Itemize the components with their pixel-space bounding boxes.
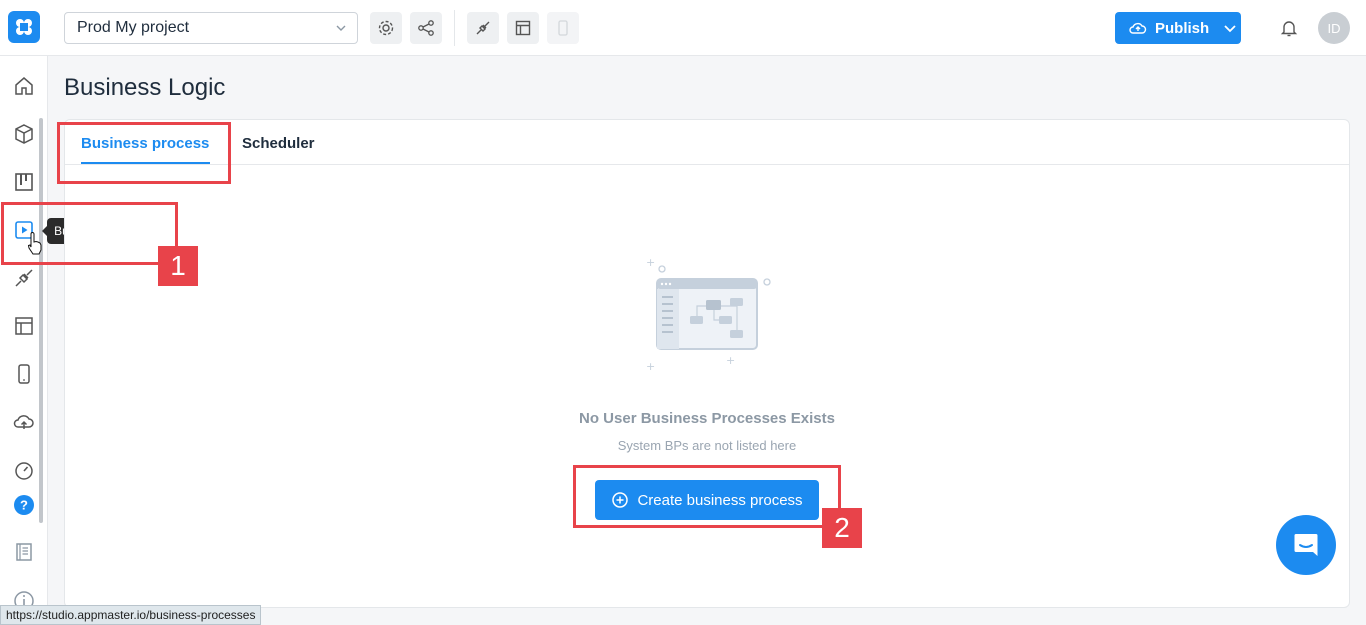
gear-icon: [378, 20, 394, 36]
logo-icon: [16, 19, 32, 35]
avatar[interactable]: ID: [1318, 12, 1350, 44]
sidebar-item-data-design[interactable]: [12, 122, 36, 146]
layout-icon: [515, 20, 531, 36]
svg-text:+: +: [646, 360, 655, 372]
support-chat-button[interactable]: [1276, 515, 1336, 575]
plug-icon: [476, 21, 490, 35]
empty-state-title: No User Business Processes Exists: [579, 410, 835, 427]
annotation-badge-2: 2: [822, 508, 862, 548]
sidebar-item-home[interactable]: [12, 74, 36, 98]
sidebar-item-mobile-app[interactable]: [12, 362, 36, 386]
sidebar-item-endpoints[interactable]: [12, 266, 36, 290]
web-app-shortcut-button[interactable]: [507, 12, 539, 44]
share-icon: [418, 20, 434, 36]
sidebar-item-web-app[interactable]: [12, 314, 36, 338]
chevron-down-icon: [336, 25, 346, 31]
svg-text:+: +: [726, 354, 735, 367]
toolbar-divider: [454, 10, 455, 46]
tab-scheduler[interactable]: Scheduler: [242, 135, 315, 152]
chevron-down-icon: [1224, 25, 1236, 33]
status-bar-url: https://studio.appmaster.io/business-pro…: [0, 605, 262, 625]
project-settings-button[interactable]: [370, 12, 402, 44]
sidebar-item-help[interactable]: ?: [12, 493, 36, 517]
mobile-icon: [558, 20, 568, 36]
chat-icon: [1294, 534, 1318, 556]
business-logic-shortcut-button[interactable]: [467, 12, 499, 44]
project-name: Prod My project: [77, 19, 190, 36]
sidebar-scrollbar[interactable]: [39, 118, 43, 523]
kanban-icon: [15, 173, 33, 191]
cloud-upload-icon: [1129, 22, 1147, 34]
mobile-app-shortcut-button[interactable]: [547, 12, 579, 44]
mobile-icon: [18, 364, 30, 384]
page-title: Business Logic: [64, 74, 226, 101]
plug-icon: [15, 269, 33, 287]
sidebar-item-kanban[interactable]: [12, 170, 36, 194]
share-button[interactable]: [410, 12, 442, 44]
cube-icon: [15, 124, 33, 144]
publish-label: Publish: [1155, 19, 1210, 37]
book-icon: [16, 543, 32, 561]
gauge-icon: [15, 462, 33, 480]
help-icon: ?: [14, 495, 34, 515]
home-icon: [15, 77, 33, 95]
svg-text:?: ?: [20, 498, 28, 513]
top-bar: Prod My project Publish ID: [0, 0, 1366, 56]
layout-icon: [15, 317, 33, 335]
project-select[interactable]: Prod My project: [64, 12, 358, 44]
annotation-highlight-button: [573, 465, 841, 528]
empty-state-illustration: + + +: [646, 256, 771, 372]
svg-text:+: +: [646, 256, 655, 269]
publish-button[interactable]: Publish: [1115, 12, 1241, 44]
empty-state-subtitle: System BPs are not listed here: [617, 438, 797, 453]
annotation-highlight-tab: [57, 122, 231, 184]
bell-icon[interactable]: [1280, 18, 1298, 38]
sidebar-item-dashboard[interactable]: [12, 458, 36, 482]
annotation-badge-1: 1: [158, 246, 198, 286]
app-logo[interactable]: [8, 11, 40, 43]
annotation-highlight-sidebar: [1, 202, 178, 265]
sidebar-item-docs[interactable]: [12, 540, 36, 564]
tabs-divider: [65, 164, 1349, 165]
